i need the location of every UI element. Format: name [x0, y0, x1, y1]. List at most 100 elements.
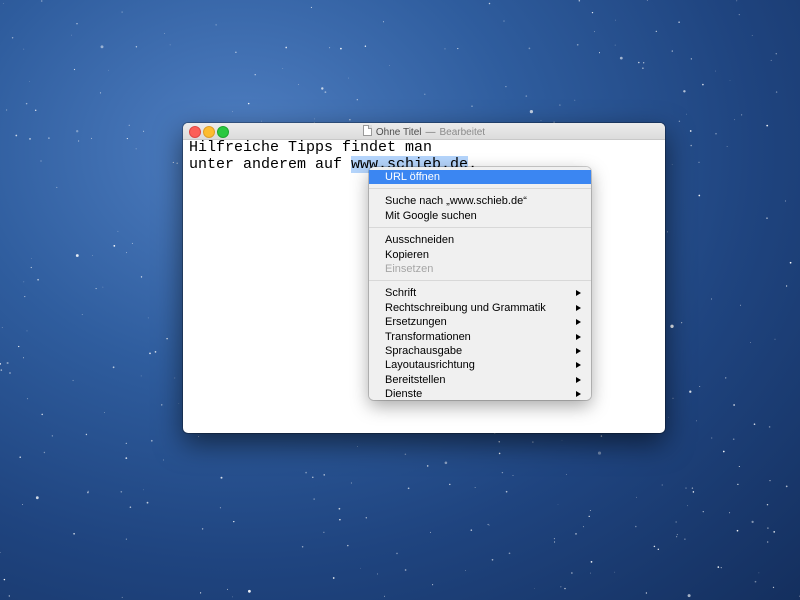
star	[174, 377, 176, 379]
star	[176, 162, 178, 165]
star	[785, 285, 788, 287]
star	[382, 21, 385, 23]
star	[87, 490, 89, 492]
star	[6, 361, 9, 365]
star	[557, 503, 559, 505]
star	[505, 85, 507, 88]
star	[56, 186, 58, 188]
star	[198, 436, 200, 438]
menu-item-url-oeffnen[interactable]: URL öffnen	[369, 170, 591, 185]
menu-item-suche-nach-www-schieb-de[interactable]: Suche nach „www.schieb.de“	[369, 194, 591, 208]
star	[699, 385, 701, 388]
star	[711, 298, 712, 300]
star	[1, 327, 3, 328]
star	[120, 490, 123, 493]
star	[324, 91, 327, 93]
menu-item-kopieren[interactable]: Kopieren	[369, 248, 591, 262]
star	[25, 102, 28, 105]
star	[702, 511, 704, 513]
menu-item-transformationen[interactable]: Transformationen	[369, 330, 591, 344]
star	[340, 47, 342, 50]
star	[653, 545, 656, 548]
star	[166, 337, 168, 340]
text-line-2-prefix[interactable]: unter anderem auf	[189, 156, 351, 173]
star	[121, 11, 123, 13]
star	[733, 404, 735, 406]
star	[635, 525, 637, 528]
star	[78, 140, 80, 142]
star	[540, 120, 542, 121]
star	[172, 161, 174, 163]
star	[426, 465, 429, 467]
star	[41, 413, 43, 416]
star	[95, 288, 97, 290]
star	[107, 69, 109, 71]
star	[323, 474, 325, 476]
star	[498, 441, 500, 443]
star	[40, 0, 43, 2]
submenu-arrow-icon	[576, 376, 581, 383]
menu-item-label: Suche nach „www.schieb.de“	[385, 195, 527, 208]
star	[18, 345, 20, 348]
star	[301, 545, 304, 548]
star	[424, 93, 426, 95]
menu-item-mit-google-suchen[interactable]: Mit Google suchen	[369, 209, 591, 223]
star	[247, 102, 250, 105]
star	[675, 521, 677, 523]
star	[505, 490, 508, 493]
star	[726, 146, 728, 147]
menu-item-layoutausrichtung[interactable]: Layoutausrichtung	[369, 358, 591, 372]
star	[687, 505, 689, 507]
text-line-1[interactable]: Hilfreiche Tipps findet man	[189, 139, 477, 156]
star	[201, 528, 204, 530]
star	[11, 37, 14, 39]
star	[672, 397, 674, 399]
star	[126, 252, 128, 254]
star	[767, 541, 769, 543]
star	[323, 531, 325, 533]
star	[775, 91, 778, 93]
star	[34, 109, 37, 112]
window-status: Bearbeitet	[439, 127, 486, 138]
star	[285, 46, 288, 49]
star	[671, 50, 673, 52]
star	[235, 51, 237, 53]
menu-item-bereitstellen[interactable]: Bereitstellen	[369, 373, 591, 387]
menu-item-rechtschreibung-und-grammatik[interactable]: Rechtschreibung und Grammatik	[369, 301, 591, 315]
menu-item-label: Layoutausrichtung	[385, 359, 475, 372]
menu-item-schrift[interactable]: Schrift	[369, 286, 591, 300]
star	[75, 254, 79, 257]
star	[770, 59, 772, 61]
star	[751, 35, 753, 36]
star	[508, 552, 511, 555]
star	[51, 435, 53, 437]
star	[767, 527, 769, 529]
menu-item-sprachausgabe[interactable]: Sprachausgabe	[369, 344, 591, 358]
star	[15, 134, 18, 137]
star	[614, 571, 616, 573]
star	[784, 200, 787, 202]
star	[725, 377, 727, 379]
star	[503, 20, 505, 22]
star	[200, 592, 202, 594]
window-titlebar[interactable]: Ohne Titel — Bearbeitet	[183, 123, 665, 140]
menu-item-dienste[interactable]: Dienste	[369, 387, 591, 401]
menu-item-ausschneiden[interactable]: Ausschneiden	[369, 233, 591, 247]
menu-item-ersetzungen[interactable]: Ersetzungen	[369, 315, 591, 329]
star	[753, 423, 756, 425]
star	[698, 161, 700, 163]
star	[113, 245, 116, 247]
star	[147, 317, 149, 319]
star	[578, 0, 581, 2]
menu-item-label: Transformationen	[385, 330, 471, 343]
star	[140, 276, 143, 278]
star	[150, 439, 153, 442]
star	[23, 48, 25, 50]
star	[471, 105, 473, 107]
star	[559, 104, 561, 106]
star	[104, 412, 105, 414]
star	[3, 578, 6, 581]
star	[582, 526, 584, 528]
star	[715, 70, 716, 72]
star	[99, 92, 102, 94]
